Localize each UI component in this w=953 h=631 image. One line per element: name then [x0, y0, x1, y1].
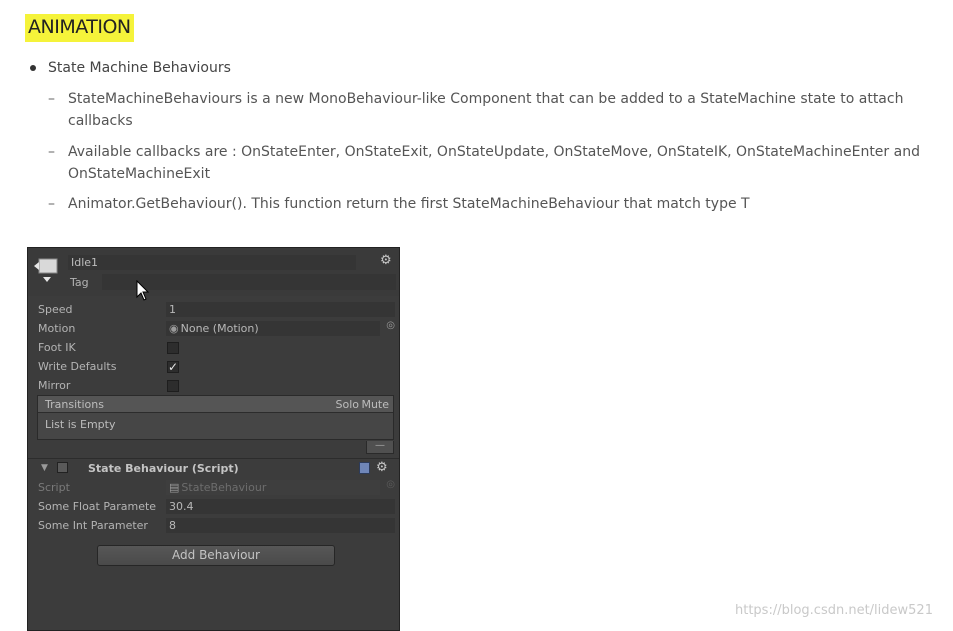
dash-icon: – — [48, 196, 55, 212]
int-param-row: Some Int Parameter 8 — [28, 517, 399, 535]
mirror-checkbox[interactable] — [167, 380, 179, 392]
sub-bullet: – Animator.GetBehaviour(). This function… — [48, 193, 928, 215]
mouse-cursor-icon — [136, 280, 150, 301]
dash-icon: – — [48, 144, 55, 160]
mute-column-header: Mute — [361, 398, 389, 411]
write-defaults-checkbox[interactable]: ✓ — [167, 361, 179, 373]
speed-field[interactable]: 1 — [166, 302, 395, 317]
animator-state-icon — [34, 258, 58, 282]
gear-icon[interactable]: ⚙ — [380, 254, 396, 268]
state-name-field[interactable]: Idle1 — [68, 255, 356, 270]
transitions-header: Transitions Solo Mute — [38, 396, 393, 413]
remove-transition-button[interactable]: — — [366, 441, 394, 454]
int-param-field[interactable]: 8 — [166, 518, 395, 533]
slide-heading: ANIMATION — [25, 14, 134, 42]
transitions-list: Transitions Solo Mute List is Empty — [37, 395, 394, 440]
sub-bullet-text: StateMachineBehaviours is a new MonoBeha… — [68, 91, 904, 129]
behaviour-header: ▼ State Behaviour (Script) ⚙ — [28, 458, 399, 478]
int-param-label: Some Int Parameter — [38, 519, 148, 532]
script-file-icon: ▤ — [169, 481, 180, 494]
transitions-empty-text: List is Empty — [45, 418, 116, 431]
script-field: ▤ StateBehaviour — [166, 480, 380, 495]
foot-ik-label: Foot IK — [38, 341, 76, 354]
float-param-field[interactable]: 30.4 — [166, 499, 395, 514]
behaviour-enabled-checkbox[interactable] — [57, 462, 68, 473]
behaviour-gear-icon[interactable]: ⚙ — [376, 461, 392, 475]
foot-ik-row: Foot IK — [28, 339, 399, 357]
write-defaults-label: Write Defaults — [38, 360, 117, 373]
script-value: StateBehaviour — [181, 481, 267, 494]
motion-field[interactable]: ◉ None (Motion) — [166, 321, 380, 336]
sub-bullet: – Available callbacks are : OnStateEnter… — [48, 141, 928, 185]
foot-ik-checkbox[interactable] — [167, 342, 179, 354]
object-dot-icon: ◉ — [169, 322, 179, 335]
behaviour-title: State Behaviour (Script) — [88, 462, 239, 475]
sub-bullet: – StateMachineBehaviours is a new MonoBe… — [48, 88, 928, 132]
state-inspector-panel: Idle1 ⚙ Tag Speed 1 Motion ◉ None (Motion… — [27, 247, 400, 631]
motion-row: Motion ◉ None (Motion) ◎ — [28, 320, 399, 338]
transitions-title: Transitions — [45, 398, 104, 411]
tag-label: Tag — [70, 276, 89, 289]
bullet-dot-icon — [30, 65, 36, 71]
script-label: Script — [38, 481, 70, 494]
speed-row: Speed 1 — [28, 301, 399, 319]
motion-label: Motion — [38, 322, 76, 335]
bullet-state-machine-behaviours: State Machine Behaviours — [30, 60, 231, 76]
script-picker-icon: ◎ — [386, 479, 395, 490]
dash-icon: – — [48, 91, 55, 107]
float-param-row: Some Float Paramete 30.4 — [28, 498, 399, 516]
object-picker-icon[interactable]: ◎ — [386, 320, 395, 331]
speed-label: Speed — [38, 303, 73, 316]
solo-column-header: Solo — [335, 398, 360, 411]
mirror-label: Mirror — [38, 379, 71, 392]
foldout-arrow-icon[interactable]: ▼ — [41, 463, 48, 473]
motion-value: None (Motion) — [180, 322, 259, 335]
sub-bullet-text: Animator.GetBehaviour(). This function r… — [68, 196, 750, 212]
script-row: Script ▤ StateBehaviour ◎ — [28, 479, 399, 497]
watermark-text: https://blog.csdn.net/lidew521 — [735, 603, 933, 618]
float-param-label: Some Float Paramete — [38, 500, 157, 513]
mirror-row: Mirror — [28, 377, 399, 395]
write-defaults-row: Write Defaults ✓ — [28, 358, 399, 376]
add-behaviour-button[interactable]: Add Behaviour — [97, 545, 335, 566]
help-book-icon[interactable] — [359, 462, 370, 474]
sub-bullet-text: Available callbacks are : OnStateEnter, … — [68, 144, 920, 182]
bullet-text: State Machine Behaviours — [48, 60, 231, 76]
inspector-header: Idle1 ⚙ Tag — [28, 248, 399, 301]
